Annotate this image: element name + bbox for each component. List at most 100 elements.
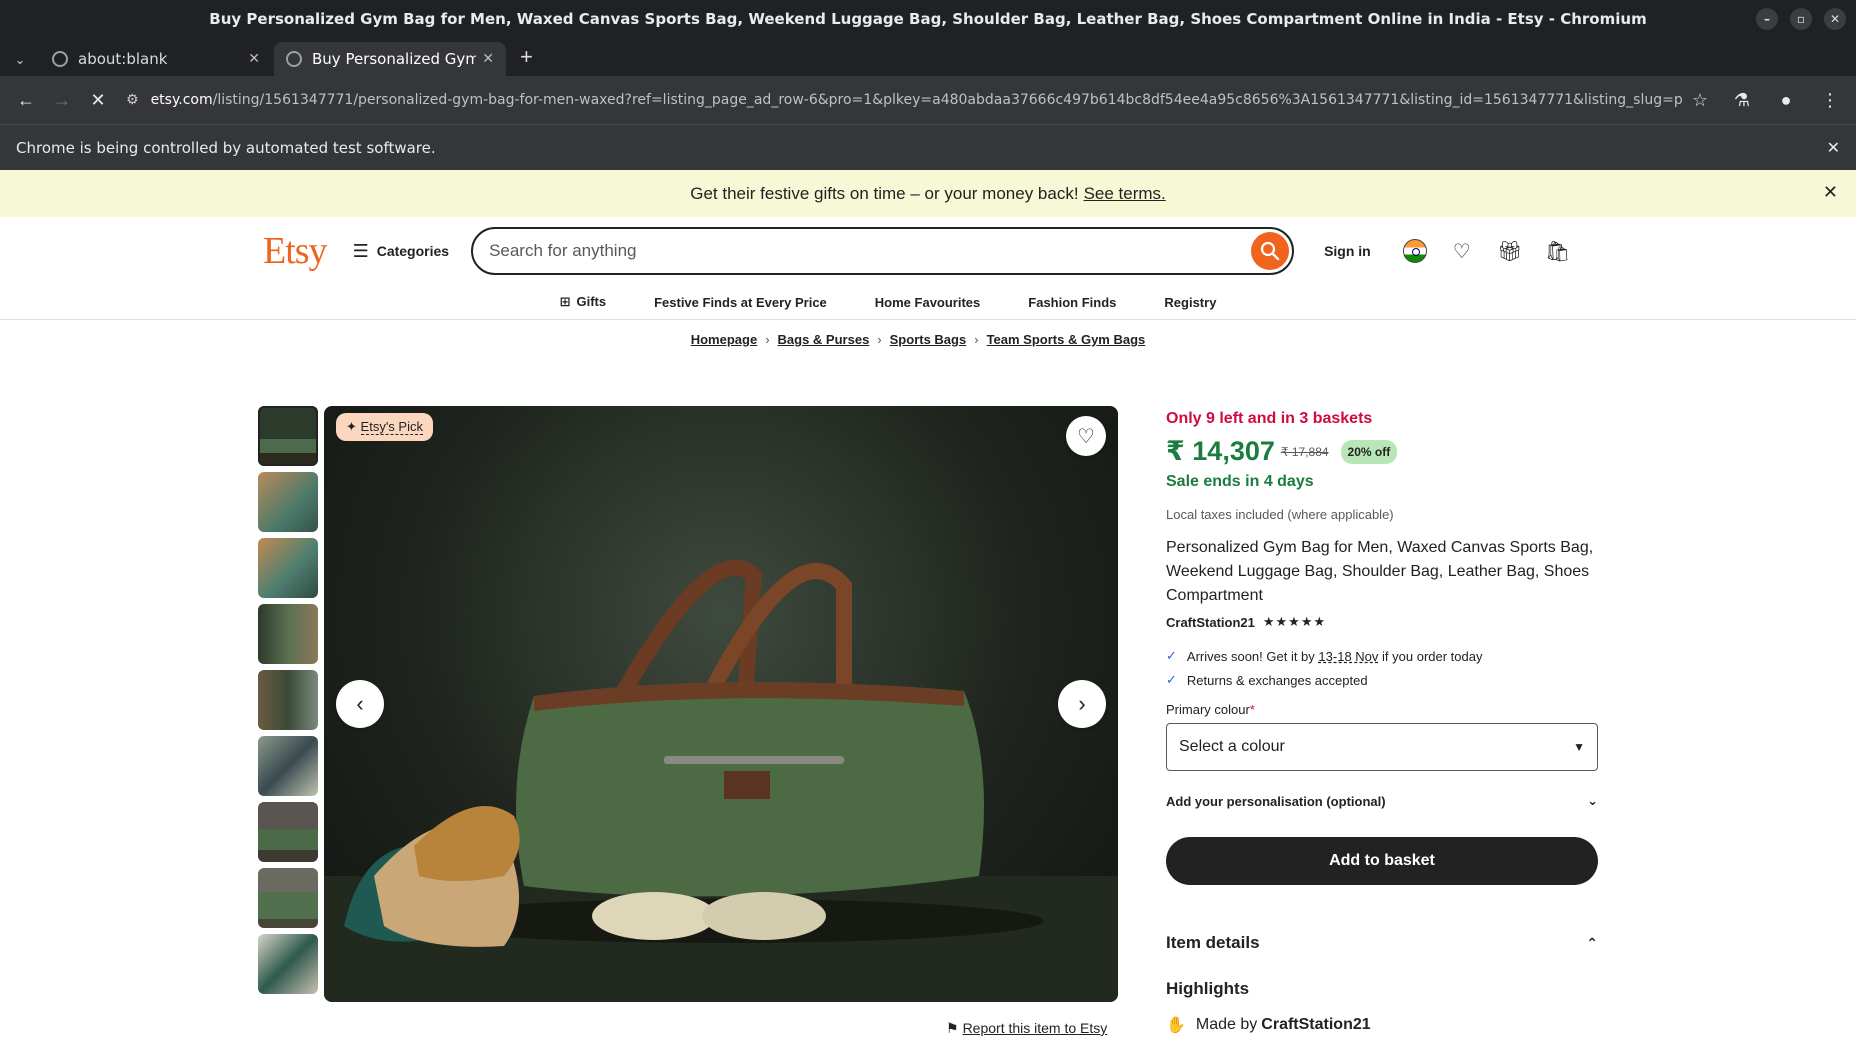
- favorite-heart-button[interactable]: ♡: [1066, 416, 1106, 456]
- colour-select[interactable]: Select a colour ▼: [1166, 723, 1598, 771]
- profile-icon[interactable]: ●: [1768, 82, 1804, 118]
- report-item-link[interactable]: ⚑ Report this item to Etsy: [942, 1020, 1107, 1037]
- price-row: ₹ 14,307 ₹ 17,884 20% off: [1166, 436, 1598, 467]
- thumbnail-9[interactable]: [258, 934, 318, 994]
- sign-in-link[interactable]: Sign in: [1324, 243, 1371, 259]
- breadcrumb: Homepage › Bags & Purses › Sports Bags ›…: [0, 332, 1856, 347]
- browser-toolbar: ← → ✕ ⚙ etsy.com/listing/1561347771/pers…: [0, 76, 1856, 124]
- heart-icon[interactable]: ♡: [1449, 239, 1475, 264]
- nav-registry[interactable]: Registry: [1164, 295, 1216, 310]
- gym-bag-illustration: [324, 559, 1118, 1002]
- categories-button[interactable]: ☰ Categories: [353, 241, 450, 262]
- add-to-basket-button[interactable]: Add to basket: [1166, 837, 1598, 885]
- site-header: Etsy ☰ Categories Sign in ♡ 🎁︎ 🛍︎: [0, 217, 1856, 285]
- close-window-icon[interactable]: ✕: [1824, 8, 1846, 30]
- minimize-icon[interactable]: –: [1756, 8, 1778, 30]
- search-input[interactable]: [489, 241, 1252, 261]
- address-bar[interactable]: ⚙ etsy.com/listing/1561347771/personaliz…: [116, 82, 1718, 118]
- tab-strip: ⌄ about:blank ✕ Buy Personalized Gym Ba …: [0, 38, 1856, 76]
- thumbnail-6[interactable]: [258, 736, 318, 796]
- tab-search-chevron-icon[interactable]: ⌄: [8, 44, 32, 76]
- personalisation-toggle[interactable]: Add your personalisation (optional) ⌄: [1166, 793, 1598, 809]
- tab-label: about:blank: [78, 50, 168, 68]
- infobar-text: Chrome is being controlled by automated …: [16, 138, 436, 157]
- thumbnail-1[interactable]: [258, 406, 318, 466]
- breadcrumb-bags-purses[interactable]: Bags & Purses: [778, 332, 870, 347]
- url-text: etsy.com/listing/1561347771/personalized…: [150, 92, 1682, 108]
- thumbnail-5[interactable]: [258, 670, 318, 730]
- chevron-up-icon: ⌃: [1586, 934, 1598, 951]
- labs-flask-icon[interactable]: ⚗: [1724, 82, 1760, 118]
- tab-etsy-listing[interactable]: Buy Personalized Gym Ba ✕: [274, 42, 506, 76]
- tax-note: Local taxes included (where applicable): [1166, 507, 1394, 522]
- maker-shop-link[interactable]: CraftStation21: [1261, 1016, 1370, 1034]
- thumbnail-3[interactable]: [258, 538, 318, 598]
- report-label: Report this item to Etsy: [962, 1020, 1108, 1036]
- returns-note: ✓ Returns & exchanges accepted: [1166, 672, 1368, 688]
- close-infobar-icon[interactable]: ✕: [1827, 138, 1840, 157]
- breadcrumb-sports-bags[interactable]: Sports Bags: [890, 332, 967, 347]
- sale-ends: Sale ends in 4 days: [1166, 473, 1314, 490]
- item-details-heading: Item details: [1166, 933, 1260, 952]
- see-terms-link[interactable]: See terms.: [1084, 184, 1166, 204]
- buy-box: Only 9 left and in 3 baskets ₹ 14,307 ₹ …: [1166, 410, 1598, 1035]
- window-title: Buy Personalized Gym Bag for Men, Waxed …: [209, 10, 1647, 28]
- chevron-right-icon: ›: [1078, 691, 1086, 716]
- close-tab-icon[interactable]: ✕: [248, 51, 260, 67]
- new-tab-icon[interactable]: +: [508, 44, 545, 76]
- site-info-icon[interactable]: ⚙: [126, 92, 139, 108]
- next-image-button[interactable]: ›: [1058, 680, 1106, 728]
- basket-icon[interactable]: 🛍︎: [1545, 239, 1571, 264]
- chevron-right-icon: ›: [974, 332, 979, 347]
- window-controls: – ▫ ✕: [1756, 8, 1846, 30]
- breadcrumb-homepage[interactable]: Homepage: [691, 332, 757, 347]
- category-nav: ⊞ Gifts Festive Finds at Every Price Home…: [0, 285, 1856, 320]
- thumbnail-7[interactable]: [258, 802, 318, 862]
- maximize-icon[interactable]: ▫: [1790, 8, 1812, 30]
- sparkle-icon: ✦: [346, 419, 357, 434]
- menu-kebab-icon[interactable]: ⋮: [1812, 82, 1848, 118]
- nav-fashion-finds[interactable]: Fashion Finds: [1028, 295, 1116, 310]
- close-tab-icon[interactable]: ✕: [482, 51, 494, 67]
- item-details-toggle[interactable]: Item details ⌃: [1166, 933, 1598, 953]
- colour-select-value: Select a colour: [1179, 738, 1285, 755]
- close-icon[interactable]: ✕: [1823, 182, 1838, 203]
- rating-stars[interactable]: ★★★★★: [1263, 614, 1326, 630]
- previous-image-button[interactable]: ‹: [336, 680, 384, 728]
- nav-gifts[interactable]: ⊞ Gifts: [560, 294, 607, 310]
- search-button[interactable]: [1251, 232, 1290, 270]
- product-title: Personalized Gym Bag for Men, Waxed Canv…: [1166, 539, 1594, 604]
- stock-notice: Only 9 left and in 3 baskets: [1166, 410, 1373, 427]
- thumbnail-2[interactable]: [258, 472, 318, 532]
- delivery-date[interactable]: 13-18 Nov: [1318, 649, 1378, 664]
- back-icon[interactable]: ←: [8, 82, 44, 118]
- thumbnail-8[interactable]: [258, 868, 318, 928]
- tab-about-blank[interactable]: about:blank ✕: [40, 42, 272, 76]
- chevron-right-icon: ›: [765, 332, 770, 347]
- promo-banner: Get their festive gifts on time – or you…: [0, 170, 1856, 217]
- main-product-image[interactable]: ✦ Etsy's Pick ♡ ‹ ›: [324, 406, 1118, 1002]
- made-by-row: ✋ Made by CraftStation21: [1166, 1016, 1371, 1034]
- stop-loading-icon[interactable]: ✕: [80, 82, 116, 118]
- forward-icon[interactable]: →: [44, 82, 80, 118]
- globe-icon: [52, 51, 68, 67]
- thumbnail-4[interactable]: [258, 604, 318, 664]
- thumbnail-strip: [258, 406, 318, 1000]
- search-icon: [1260, 241, 1280, 261]
- shop-name-link[interactable]: CraftStation21: [1166, 615, 1255, 630]
- nav-festive-finds[interactable]: Festive Finds at Every Price: [654, 295, 827, 310]
- bookmark-star-icon[interactable]: ☆: [1692, 90, 1708, 111]
- etsys-pick-badge[interactable]: ✦ Etsy's Pick: [336, 413, 433, 441]
- original-price: ₹ 17,884: [1280, 444, 1329, 459]
- breadcrumb-gym-bags[interactable]: Team Sports & Gym Bags: [987, 332, 1146, 347]
- sale-price: ₹ 14,307: [1166, 436, 1275, 466]
- automation-infobar: Chrome is being controlled by automated …: [0, 124, 1856, 170]
- nav-home-favourites[interactable]: Home Favourites: [875, 295, 980, 310]
- highlights-heading: Highlights: [1166, 979, 1250, 998]
- chevron-right-icon: ›: [877, 332, 882, 347]
- window-titlebar: Buy Personalized Gym Bag for Men, Waxed …: [0, 0, 1856, 38]
- etsy-logo[interactable]: Etsy: [263, 229, 328, 273]
- gift-icon[interactable]: 🎁︎: [1497, 239, 1523, 264]
- india-flag-icon[interactable]: [1402, 239, 1427, 263]
- primary-colour-label: Primary colour*: [1166, 702, 1255, 717]
